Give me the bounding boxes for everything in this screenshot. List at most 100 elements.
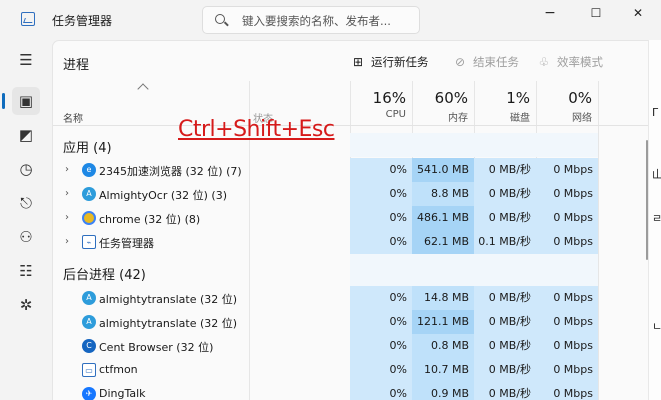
network-value: 0 Mbps	[536, 382, 598, 400]
table-row[interactable]: › chrome (32 位) (8) 0% 486.1 MB 0 MB/秒 0…	[53, 206, 661, 230]
cpu-value: 0%	[350, 382, 412, 400]
disk-value: 0 MB/秒	[474, 206, 536, 230]
process-name: 任务管理器	[99, 237, 154, 250]
cpu-value: 0%	[350, 358, 412, 382]
expand-chevron-icon[interactable]: ›	[65, 236, 69, 247]
table-row[interactable]: ✈ DingTalk 0% 0.9 MB 0 MB/秒 0 Mbps	[53, 382, 661, 400]
background-window-text: 山	[652, 168, 661, 181]
table-row[interactable]: A almightytranslate (32 位) 0% 121.1 MB 0…	[53, 310, 661, 334]
column-header-name[interactable]: 名称	[63, 110, 83, 125]
network-value: 0 Mbps	[536, 286, 598, 310]
process-name: almightytranslate (32 位)	[99, 317, 238, 330]
nav-users-icon[interactable]: ⚇	[12, 223, 40, 251]
cpu-value: 0%	[350, 286, 412, 310]
search-input[interactable]: 键入要搜索的名称、发布者...	[202, 6, 420, 34]
shortcut-overlay-text: Ctrl+Shift+Esc	[178, 117, 335, 142]
table-row[interactable]: ▭ ctfmon 0% 10.7 MB 0 MB/秒 0 Mbps	[53, 358, 661, 382]
translate-app-icon: A	[82, 291, 96, 305]
memory-total-percent: 60%	[434, 89, 468, 107]
process-name: AlmightyOcr (32 位) (3)	[99, 189, 228, 202]
memory-value: 62.1 MB	[412, 230, 474, 254]
efficiency-mode-label: 效率模式	[557, 55, 603, 69]
table-row[interactable]: › ⌁ 任务管理器 0% 62.1 MB 0.1 MB/秒 0 Mbps	[53, 230, 661, 254]
disk-label: 磁盘	[510, 113, 530, 124]
background-window-text: ㄹ	[652, 212, 661, 225]
memory-value: 486.1 MB	[412, 206, 474, 230]
run-new-task-label: 运行新任务	[371, 55, 429, 69]
ocr-app-icon: A	[82, 187, 96, 201]
table-row[interactable]: A almightytranslate (32 位) 0% 14.8 MB 0 …	[53, 286, 661, 310]
disk-value: 0.1 MB/秒	[474, 230, 536, 254]
efficiency-mode-button[interactable]: ♧ 效率模式	[537, 54, 603, 70]
column-header-memory[interactable]: 60% 内存	[412, 89, 468, 124]
minimize-button[interactable]: −	[527, 0, 573, 30]
nav-performance-icon[interactable]: ◩	[12, 121, 40, 149]
maximize-button[interactable]: ☐	[573, 0, 619, 30]
cpu-value: 0%	[350, 230, 412, 254]
header-divider	[53, 125, 661, 126]
process-name: 2345加速浏览器 (32 位) (7)	[99, 165, 242, 178]
leaf-icon: ♧	[538, 55, 550, 69]
page-title: 进程	[63, 58, 90, 73]
process-name: Cent Browser (32 位)	[99, 341, 214, 354]
nav-details-icon[interactable]: ☷	[12, 257, 40, 285]
disk-value: 0 MB/秒	[474, 358, 536, 382]
memory-value: 121.1 MB	[412, 310, 474, 334]
process-name: chrome (32 位) (8)	[99, 213, 201, 226]
table-row[interactable]: › e 2345加速浏览器 (32 位) (7) 0% 541.0 MB 0 M…	[53, 158, 661, 182]
process-name: DingTalk	[99, 387, 146, 400]
task-manager-icon	[21, 12, 35, 26]
memory-value: 0.8 MB	[412, 334, 474, 358]
memory-value: 10.7 MB	[412, 358, 474, 382]
dingtalk-icon: ✈	[82, 387, 96, 400]
chrome-icon	[82, 211, 96, 225]
disk-value: 0 MB/秒	[474, 310, 536, 334]
processes-panel: 进程 ⊞ 运行新任务 ⊘ 结束任务 ♧ 效率模式 名称 状态 16% CPU 6…	[52, 40, 661, 400]
cpu-total-percent: 16%	[372, 89, 406, 107]
memory-label: 内存	[448, 113, 468, 124]
navigation-sidebar: ☰ ▣ ◩ ◷ ⎋ ⚇ ☷ ✲	[0, 40, 52, 400]
cpu-value: 0%	[350, 158, 412, 182]
column-header-network[interactable]: 0% 网络	[536, 89, 592, 124]
run-task-icon: ⊞	[352, 55, 364, 69]
translate-app-icon: A	[82, 315, 96, 329]
nav-startup-apps-icon[interactable]: ⎋	[12, 189, 40, 217]
search-placeholder: 键入要搜索的名称、发布者...	[242, 14, 391, 28]
run-new-task-button[interactable]: ⊞ 运行新任务	[351, 54, 429, 70]
table-row[interactable]: › A AlmightyOcr (32 位) (3) 0% 8.8 MB 0 M…	[53, 182, 661, 206]
column-header-disk[interactable]: 1% 磁盘	[474, 89, 530, 124]
disk-value: 0 MB/秒	[474, 158, 536, 182]
memory-value: 14.8 MB	[412, 286, 474, 310]
nav-processes-icon[interactable]: ▣	[12, 87, 40, 115]
scrollbar[interactable]	[646, 140, 648, 260]
disk-value: 0 MB/秒	[474, 382, 536, 400]
end-task-button[interactable]: ⊘ 结束任务	[453, 54, 519, 70]
section-title-background: 后台进程 (42)	[63, 268, 146, 283]
network-value: 0 Mbps	[536, 206, 598, 230]
expand-chevron-icon[interactable]: ›	[65, 188, 69, 199]
expand-chevron-icon[interactable]: ›	[65, 164, 69, 175]
expand-chevron-icon[interactable]: ›	[65, 212, 69, 223]
search-icon	[215, 14, 225, 24]
browser-e-icon: e	[82, 163, 96, 177]
disk-total-percent: 1%	[506, 89, 530, 107]
network-value: 0 Mbps	[536, 358, 598, 382]
background-window-text: Г	[652, 106, 659, 119]
table-row[interactable]: C Cent Browser (32 位) 0% 0.8 MB 0 MB/秒 0…	[53, 334, 661, 358]
disk-value: 0 MB/秒	[474, 286, 536, 310]
process-name: almightytranslate (32 位)	[99, 293, 238, 306]
cpu-value: 0%	[350, 334, 412, 358]
network-value: 0 Mbps	[536, 334, 598, 358]
column-header-cpu[interactable]: 16% CPU	[350, 89, 406, 120]
menu-icon[interactable]: ☰	[12, 46, 40, 74]
nav-active-indicator	[2, 93, 5, 109]
section-row-fill	[350, 133, 598, 157]
cpu-value: 0%	[350, 182, 412, 206]
nav-services-icon[interactable]: ✲	[12, 291, 40, 319]
close-button[interactable]: ✕	[615, 0, 661, 30]
cpu-value: 0%	[350, 206, 412, 230]
end-task-label: 结束任务	[473, 55, 519, 69]
nav-app-history-icon[interactable]: ◷	[12, 155, 40, 183]
network-label: 网络	[572, 113, 592, 124]
title-bar: 任务管理器 键入要搜索的名称、发布者... − ☐ ✕	[0, 0, 661, 40]
